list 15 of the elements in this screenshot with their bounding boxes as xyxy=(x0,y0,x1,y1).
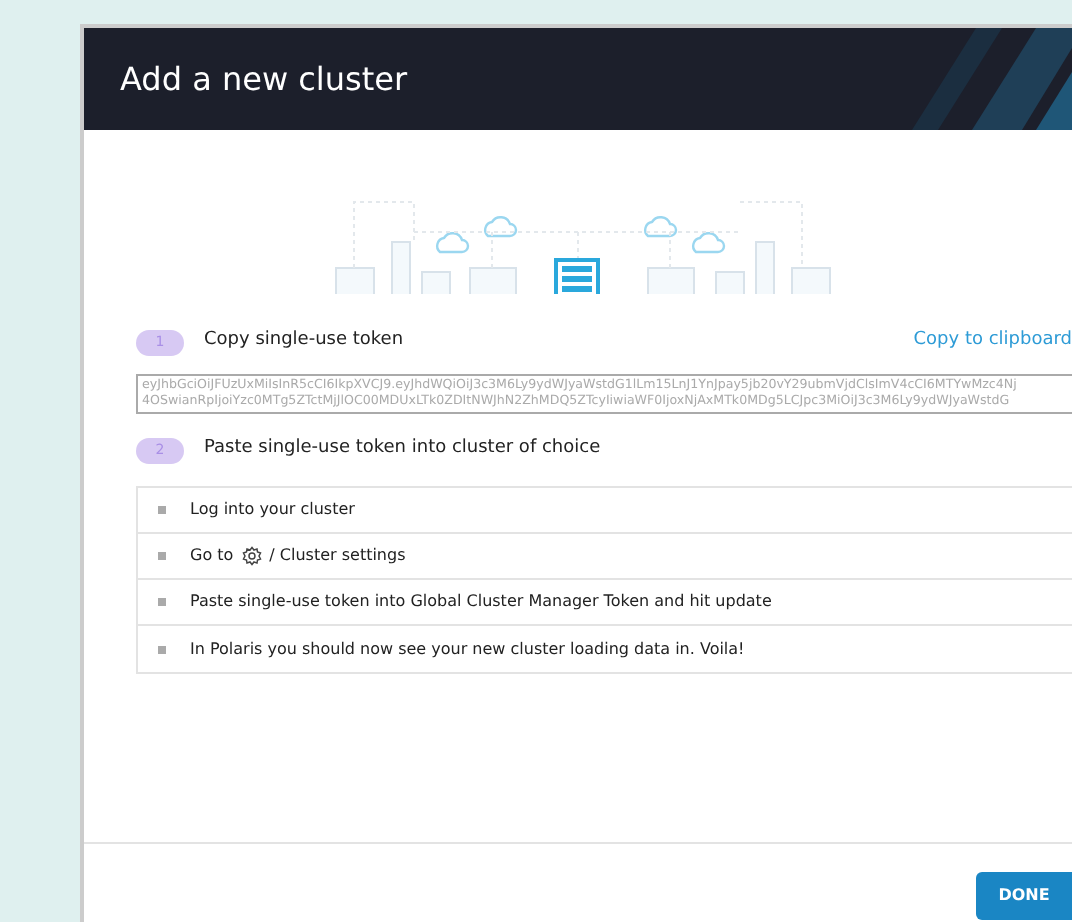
instruction-text: Go to xyxy=(190,544,234,568)
bullet-icon xyxy=(158,598,166,606)
bullet-icon xyxy=(158,506,166,514)
done-button[interactable]: DONE xyxy=(976,871,1072,919)
bullet-icon xyxy=(158,552,166,560)
instruction-text: / Cluster settings xyxy=(269,544,406,568)
step-label: Copy single-use token xyxy=(204,328,404,355)
instruction-text: In Polaris you should now see your new cluster loading data in. Voila! xyxy=(190,637,745,661)
instruction-text: Log into your cluster xyxy=(190,498,355,522)
instruction-text: Paste single-use token into Global Cluster Manager Token and hit update xyxy=(190,590,772,614)
dialog-title: Add a new cluster xyxy=(120,59,408,99)
copy-link[interactable]: Copy to clipboard xyxy=(913,328,1072,356)
bullet-icon xyxy=(158,645,166,653)
step-label: Paste single-use token into cluster of choice xyxy=(204,436,601,463)
settings-icon xyxy=(241,546,262,566)
